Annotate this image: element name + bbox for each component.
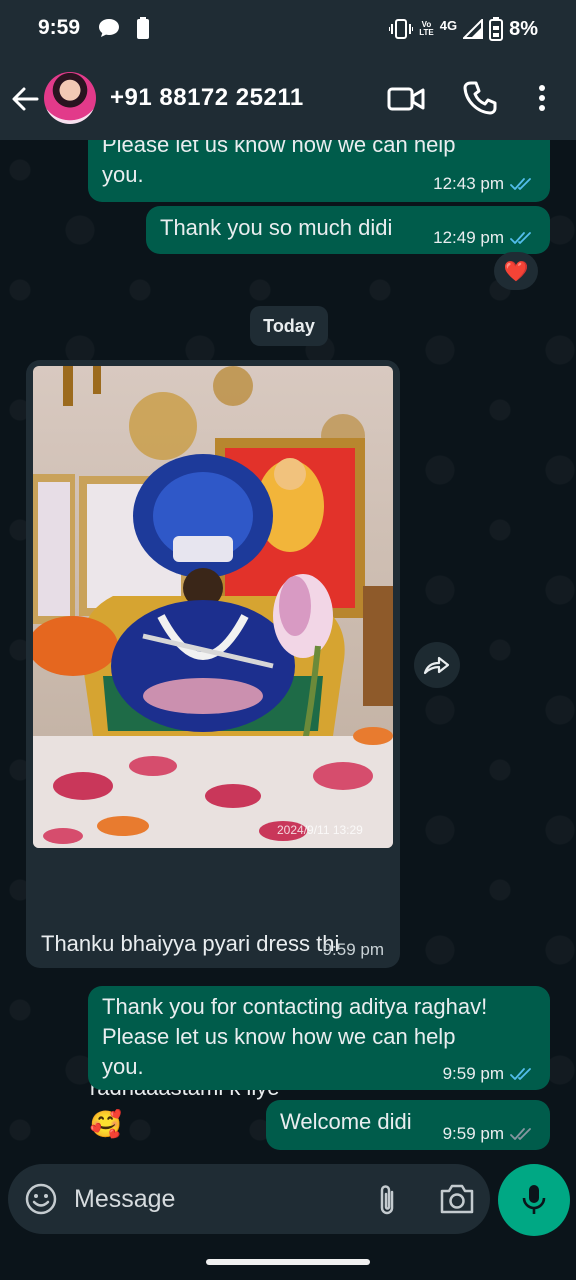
forward-icon	[423, 656, 450, 675]
message-text: Thank you so much didi	[160, 215, 393, 240]
more-vert-icon[interactable]	[528, 80, 556, 116]
read-ticks-icon	[510, 178, 531, 190]
smiling-hearts-emoji: 🥰	[89, 1109, 123, 1139]
vibrate-icon	[389, 19, 414, 39]
message-meta: 9:59 pm	[443, 1064, 536, 1084]
chat-header: +91 88172 25211	[0, 58, 576, 140]
status-indicators: Vo LTE 4G 8%	[389, 16, 538, 42]
message-time: 12:43 pm	[433, 174, 504, 193]
message-input[interactable]	[74, 1164, 364, 1234]
message-bubble-outgoing[interactable]: Thank you so much didi 12:49 pm	[146, 206, 550, 254]
forward-button[interactable]	[414, 642, 460, 688]
message-reaction[interactable]: ❤️	[494, 252, 538, 290]
message-bubble-outgoing[interactable]: Welcome didi 9:59 pm	[266, 1100, 550, 1150]
message-meta: 9:59 pm	[323, 940, 384, 960]
photo-timestamp: 2024/9/11 13:29	[277, 823, 363, 837]
battery-saver-icon	[137, 17, 149, 39]
read-ticks-icon	[510, 1068, 531, 1080]
message-bubble-incoming[interactable]: 2024/9/11 13:29 Thanku bhaiyya pyari dre…	[26, 360, 400, 1139]
battery-icon	[489, 17, 504, 41]
heart-reaction-icon: ❤️	[503, 260, 529, 283]
volte-indicator: Vo LTE	[419, 20, 434, 37]
home-gesture-bar[interactable]	[206, 1259, 370, 1265]
message-time: 9:59 pm	[442, 1064, 504, 1083]
message-meta: 12:49 pm	[433, 228, 536, 248]
contact-name[interactable]: +91 88172 25211	[110, 84, 304, 112]
message-meta: 12:43 pm	[433, 174, 536, 194]
camera-icon[interactable]	[438, 1182, 476, 1216]
back-arrow-icon[interactable]	[8, 82, 42, 116]
message-time: 12:49 pm	[433, 228, 504, 247]
message-text: Welcome didi	[280, 1109, 412, 1134]
mic-button[interactable]	[498, 1164, 570, 1236]
chat-area[interactable]: Please let us know how we can help you. …	[0, 140, 576, 1160]
date-separator: Today	[250, 306, 328, 346]
image-attachment[interactable]: 2024/9/11 13:29	[33, 366, 393, 848]
network-type: 4G	[439, 17, 458, 33]
read-ticks-icon	[510, 1128, 531, 1140]
message-bubble-outgoing[interactable]: Thank you for contacting aditya raghav! …	[88, 986, 550, 1090]
attach-icon[interactable]	[372, 1182, 402, 1218]
status-time: 9:59	[38, 16, 81, 39]
battery-percent: 8%	[509, 17, 538, 40]
status-bar: 9:59 Vo LTE 4G 8%	[0, 0, 576, 58]
message-time: 9:59 pm	[442, 1124, 504, 1143]
phone-icon[interactable]	[462, 80, 498, 116]
message-bubble-outgoing[interactable]: Please let us know how we can help you. …	[88, 140, 550, 202]
message-notification-icon	[99, 19, 119, 37]
message-composer	[8, 1164, 490, 1234]
contact-avatar[interactable]	[44, 72, 96, 124]
message-time: 9:59 pm	[322, 940, 384, 959]
video-call-icon[interactable]	[386, 82, 426, 116]
emoji-icon[interactable]	[24, 1182, 58, 1216]
message-meta: 9:59 pm	[443, 1124, 536, 1144]
mic-icon	[522, 1185, 546, 1214]
signal-icon	[463, 19, 484, 39]
read-ticks-icon	[510, 232, 531, 244]
shrine-photo: 2024/9/11 13:29	[33, 366, 393, 848]
